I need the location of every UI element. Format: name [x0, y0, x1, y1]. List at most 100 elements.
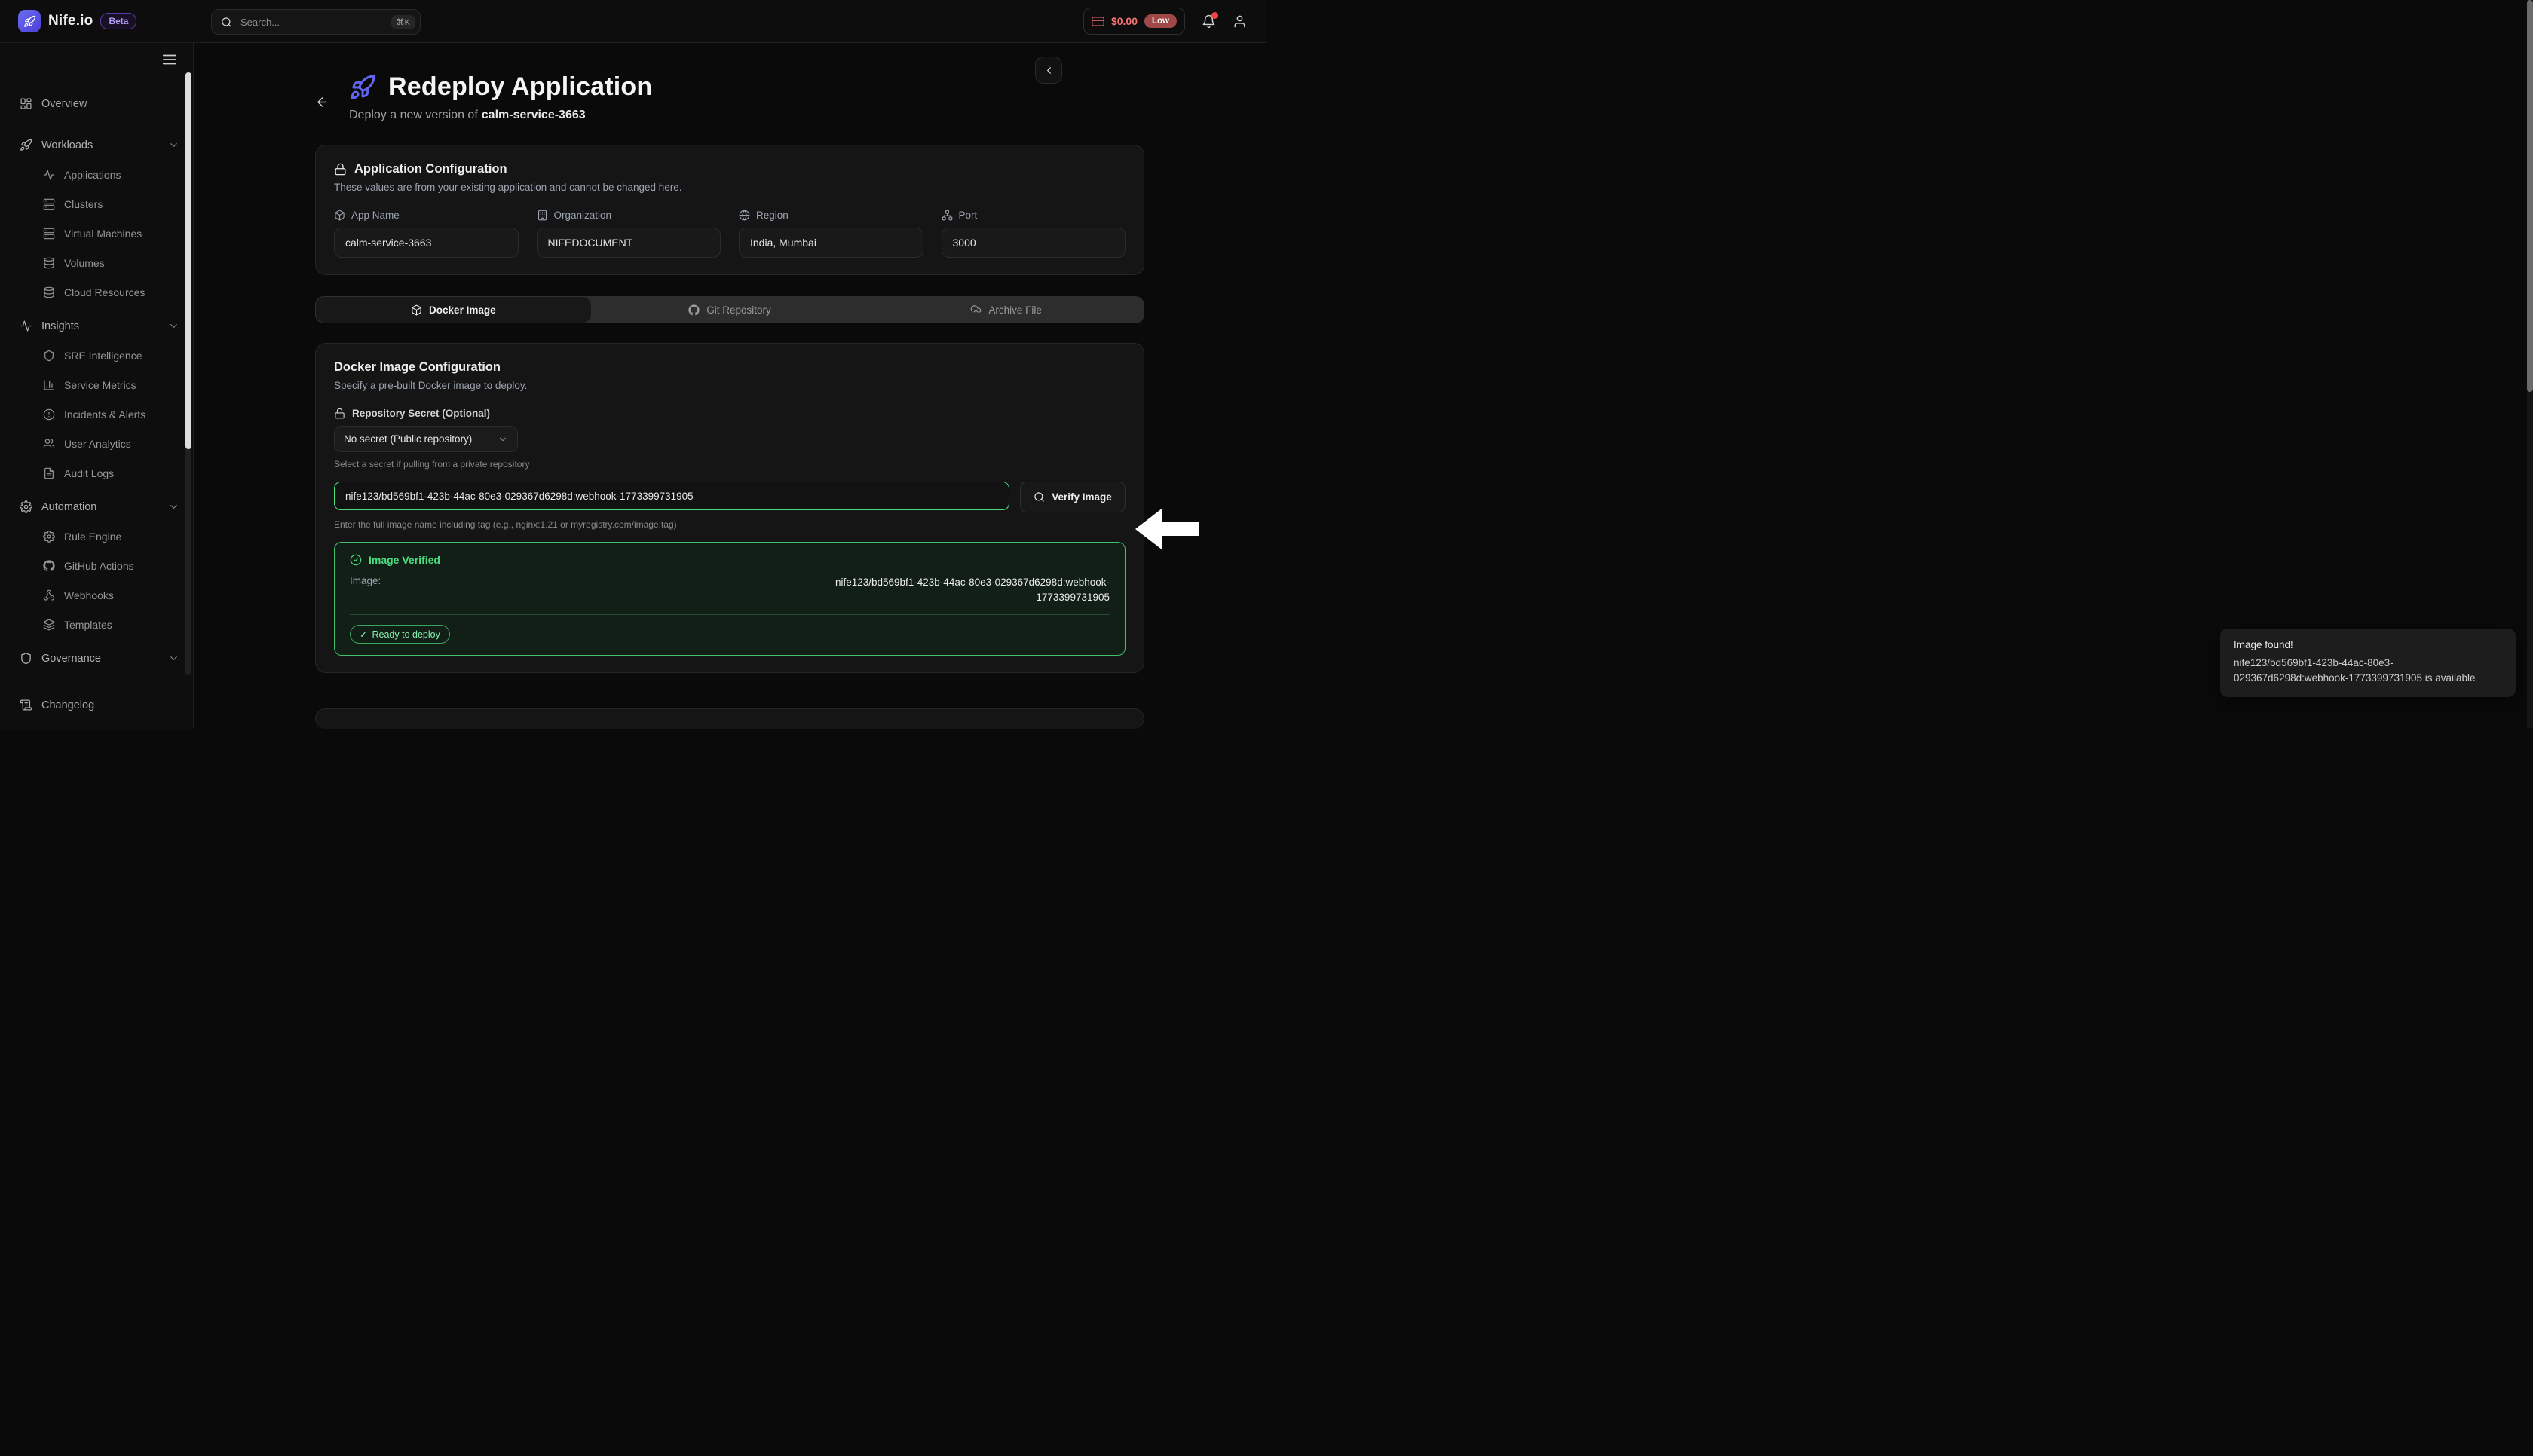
- brand[interactable]: Nife.io Beta: [18, 0, 136, 42]
- search-input[interactable]: [239, 16, 384, 29]
- sidebar-item-incidents-alerts[interactable]: Incidents & Alerts: [0, 399, 193, 429]
- verify-button-label: Verify Image: [1052, 491, 1112, 503]
- activity-icon: [43, 169, 55, 181]
- sidebar-item-sre-intelligence[interactable]: SRE Intelligence: [0, 341, 193, 370]
- github-icon: [688, 304, 700, 316]
- sidebar-item-audit-logs[interactable]: Audit Logs: [0, 458, 193, 488]
- tab-docker-image[interactable]: Docker Image: [315, 296, 592, 323]
- database-icon: [43, 257, 55, 269]
- users-icon: [43, 438, 55, 450]
- arrow-left-icon: [315, 95, 329, 109]
- pointer-arrow-annotation: [1135, 509, 1199, 553]
- github-icon: [43, 560, 55, 572]
- user-menu-button[interactable]: [1233, 14, 1247, 29]
- sidebar-item-webhooks[interactable]: Webhooks: [0, 580, 193, 610]
- panel-collapse-button[interactable]: [1035, 57, 1062, 84]
- docker-image-input[interactable]: [334, 482, 1009, 510]
- brand-name: Nife.io: [48, 13, 93, 29]
- sidebar-item-overview[interactable]: Overview: [0, 89, 193, 118]
- chevron-down-icon: [498, 434, 508, 445]
- global-search[interactable]: ⌘K: [211, 9, 421, 35]
- sidebar-item-templates[interactable]: Templates: [0, 610, 193, 639]
- next-card-partial: [315, 708, 1144, 729]
- rocket-icon: [349, 74, 376, 101]
- chevron-down-icon: [168, 320, 179, 332]
- layers-icon: [43, 619, 55, 631]
- card-subtitle: These values are from your existing appl…: [334, 182, 1126, 193]
- sidebar-scrollbar[interactable]: [185, 72, 191, 675]
- sidebar-section-governance[interactable]: Governance: [0, 644, 193, 673]
- sidebar-scrollbar-thumb[interactable]: [185, 72, 191, 449]
- changelog-scroll-icon: [20, 699, 32, 711]
- globe-icon: [739, 210, 750, 221]
- sidebar-item-github-actions[interactable]: GitHub Actions: [0, 551, 193, 580]
- user-icon: [1233, 14, 1247, 29]
- page-scrollbar[interactable]: [2527, 0, 2533, 728]
- lock-icon: [334, 163, 347, 176]
- sidebar-item-applications[interactable]: Applications: [0, 160, 193, 189]
- check-circle-icon: [350, 554, 362, 566]
- tab-git-repository[interactable]: Git Repository: [592, 296, 868, 323]
- sidebar-item-volumes[interactable]: Volumes: [0, 248, 193, 277]
- server-icon: [43, 198, 55, 210]
- sidebar-item-user-analytics[interactable]: User Analytics: [0, 429, 193, 458]
- docker-image-configuration-card: Docker Image Configuration Specify a pre…: [315, 343, 1144, 673]
- tab-label: Archive File: [988, 304, 1042, 316]
- balance-amount: $0.00: [1111, 15, 1138, 27]
- sidebar-collapse-button[interactable]: [161, 51, 178, 68]
- topbar: Nife.io Beta ⌘K $0.00 Low: [0, 0, 1266, 43]
- field-organization: Organization NIFEDOCUMENT: [537, 210, 721, 258]
- alert-circle-icon: [43, 408, 55, 421]
- page-title: Redeploy Application: [388, 72, 652, 102]
- page-scrollbar-thumb[interactable]: [2527, 0, 2533, 392]
- sidebar-section-label: Insights: [41, 320, 79, 332]
- field-value: calm-service-3663: [334, 228, 519, 258]
- tab-archive-file[interactable]: Archive File: [868, 296, 1144, 323]
- sidebar-item-label: Clusters: [64, 198, 103, 210]
- gear-icon: [20, 500, 32, 513]
- toast-notification: Image found! nife123/bd569bf1-423b-44ac-…: [2220, 629, 2516, 697]
- divider: [350, 614, 1110, 615]
- activity-icon: [20, 320, 32, 332]
- notifications-button[interactable]: [1202, 14, 1216, 29]
- card-title: Docker Image Configuration: [334, 360, 501, 375]
- field-region: Region India, Mumbai: [739, 210, 923, 258]
- field-app-name: App Name calm-service-3663: [334, 210, 519, 258]
- sidebar-item-cloud-resources[interactable]: Cloud Resources: [0, 277, 193, 307]
- upload-cloud-icon: [970, 304, 982, 316]
- toast-message: nife123/bd569bf1-423b-44ac-80e3-029367d6…: [2234, 656, 2502, 687]
- search-icon: [221, 17, 232, 28]
- dashboard-icon: [20, 97, 32, 110]
- field-value: India, Mumbai: [739, 228, 923, 258]
- sidebar-item-label: Audit Logs: [64, 467, 114, 479]
- page-subtitle: Deploy a new version ofcalm-service-3663: [349, 109, 652, 122]
- sidebar-item-virtual-machines[interactable]: Virtual Machines: [0, 219, 193, 248]
- app-name: calm-service-3663: [482, 109, 586, 121]
- verified-title: Image Verified: [369, 554, 440, 566]
- repository-secret-select[interactable]: No secret (Public repository): [334, 426, 518, 452]
- sidebar-item-changelog[interactable]: Changelog: [0, 681, 193, 729]
- balance-pill[interactable]: $0.00 Low: [1083, 8, 1185, 35]
- nife-logo-rocket-icon: [18, 10, 41, 32]
- back-button[interactable]: [315, 95, 329, 109]
- menu-icon: [161, 51, 178, 68]
- secret-label: Repository Secret (Optional): [352, 408, 490, 419]
- sidebar-item-clusters[interactable]: Clusters: [0, 189, 193, 219]
- sidebar-item-service-metrics[interactable]: Service Metrics: [0, 370, 193, 399]
- sidebar-section-insights[interactable]: Insights: [0, 311, 193, 341]
- sidebar-item-label: SRE Intelligence: [64, 350, 142, 362]
- sidebar-item-label: User Analytics: [64, 438, 131, 450]
- sidebar-item-label: Volumes: [64, 257, 105, 269]
- chevron-down-icon: [168, 653, 179, 664]
- sidebar-item-label: Webhooks: [64, 589, 114, 601]
- check-icon: ✓: [360, 629, 367, 640]
- sidebar-section-workloads[interactable]: Workloads: [0, 130, 193, 160]
- sidebar-section-automation[interactable]: Automation: [0, 492, 193, 522]
- verify-image-button[interactable]: Verify Image: [1020, 482, 1126, 512]
- field-label: Organization: [554, 210, 612, 221]
- sidebar-item-rule-engine[interactable]: Rule Engine: [0, 522, 193, 551]
- sidebar-section-label: Workloads: [41, 139, 93, 151]
- shield-icon: [43, 350, 55, 362]
- toast-title: Image found!: [2234, 639, 2502, 650]
- sidebar-item-label: Incidents & Alerts: [64, 408, 145, 421]
